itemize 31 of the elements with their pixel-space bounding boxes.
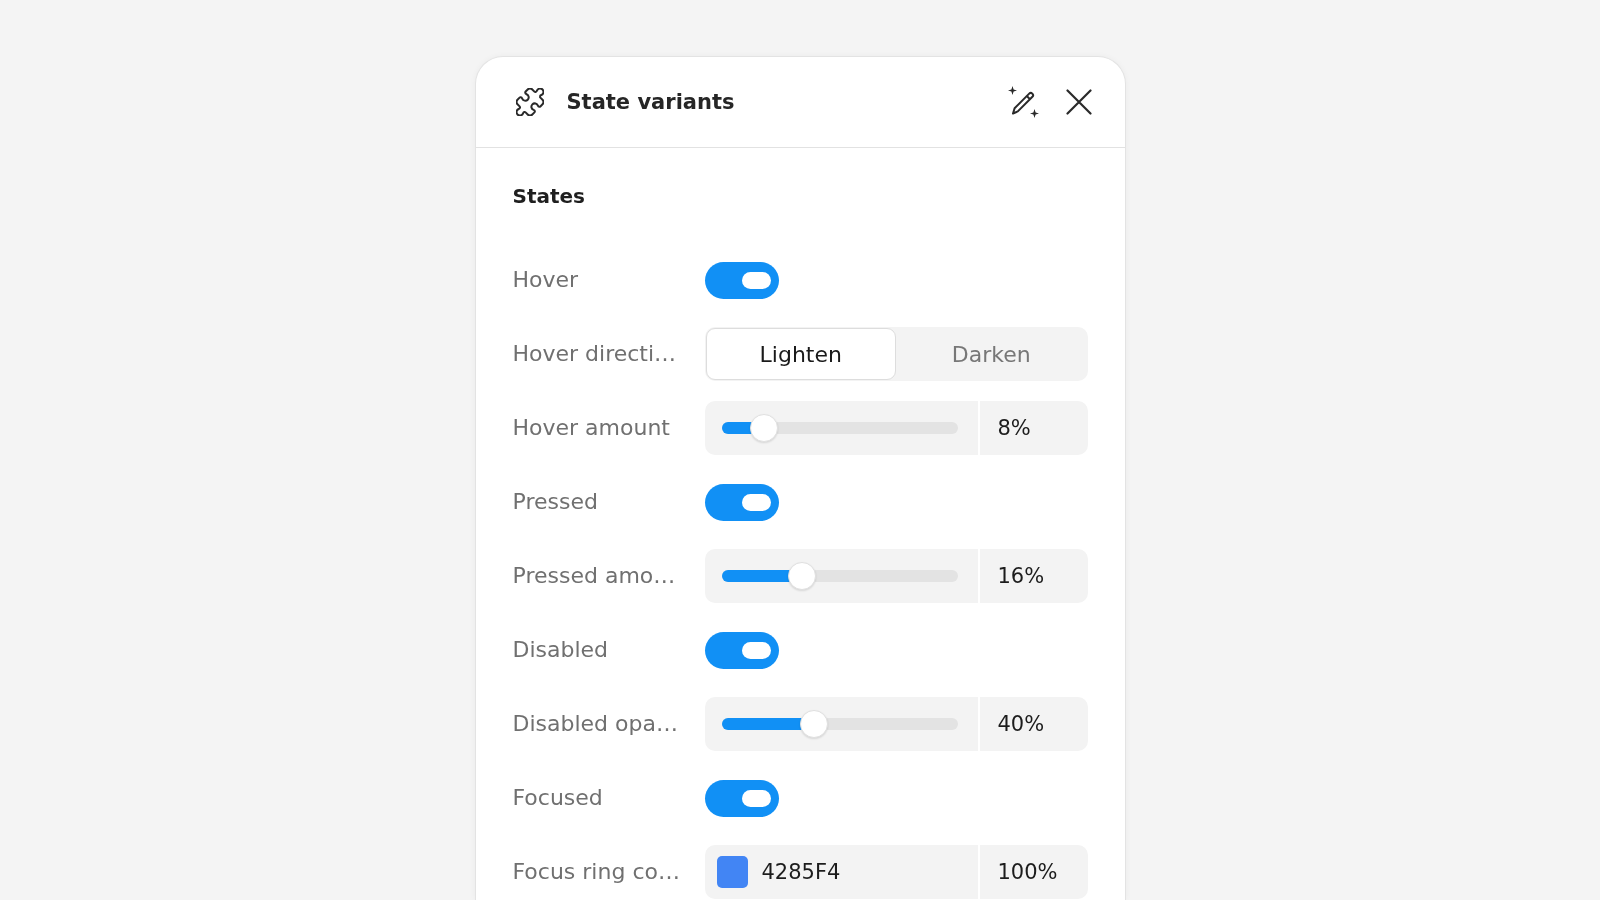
setting-label: Focused — [512, 784, 603, 812]
setting-label: Disabled — [512, 636, 609, 664]
value-input[interactable]: 40% — [977, 697, 1088, 751]
section-heading: States — [512, 184, 585, 208]
slider-thumb[interactable] — [787, 562, 816, 590]
toggle-switch[interactable] — [704, 261, 779, 299]
value-input[interactable]: 8% — [977, 401, 1088, 455]
panel-title: State variants — [566, 89, 735, 116]
setting-label: Pressed — [512, 488, 598, 516]
toggle-switch[interactable] — [704, 483, 779, 521]
close-icon — [1065, 89, 1092, 115]
segment-button[interactable]: Darken — [896, 328, 1087, 380]
value-input[interactable]: 16% — [977, 549, 1088, 603]
swatch-icon[interactable] — [716, 856, 748, 888]
slider-thumb[interactable] — [749, 414, 778, 442]
pencil-sparkle-icon — [1005, 85, 1040, 119]
magic-edit-button[interactable] — [1005, 85, 1040, 119]
setting-label: Pressed amo… — [512, 562, 676, 590]
slider-thumb[interactable] — [799, 710, 828, 738]
setting-label: Focus ring co… — [512, 858, 680, 886]
close-button[interactable] — [1065, 89, 1092, 115]
toggle-switch[interactable] — [704, 631, 779, 669]
segment-button[interactable]: Lighten — [705, 328, 896, 380]
setting-label: Hover — [512, 266, 579, 294]
puzzle-icon — [515, 88, 544, 116]
setting-label: Disabled opa… — [512, 710, 678, 738]
toggle-switch[interactable] — [704, 779, 779, 817]
setting-label: Hover directi… — [512, 340, 677, 368]
setting-label: Hover amount — [512, 414, 670, 442]
opacity-input[interactable]: 100% — [977, 845, 1088, 899]
hex-input[interactable]: 4285F4 — [761, 860, 841, 884]
